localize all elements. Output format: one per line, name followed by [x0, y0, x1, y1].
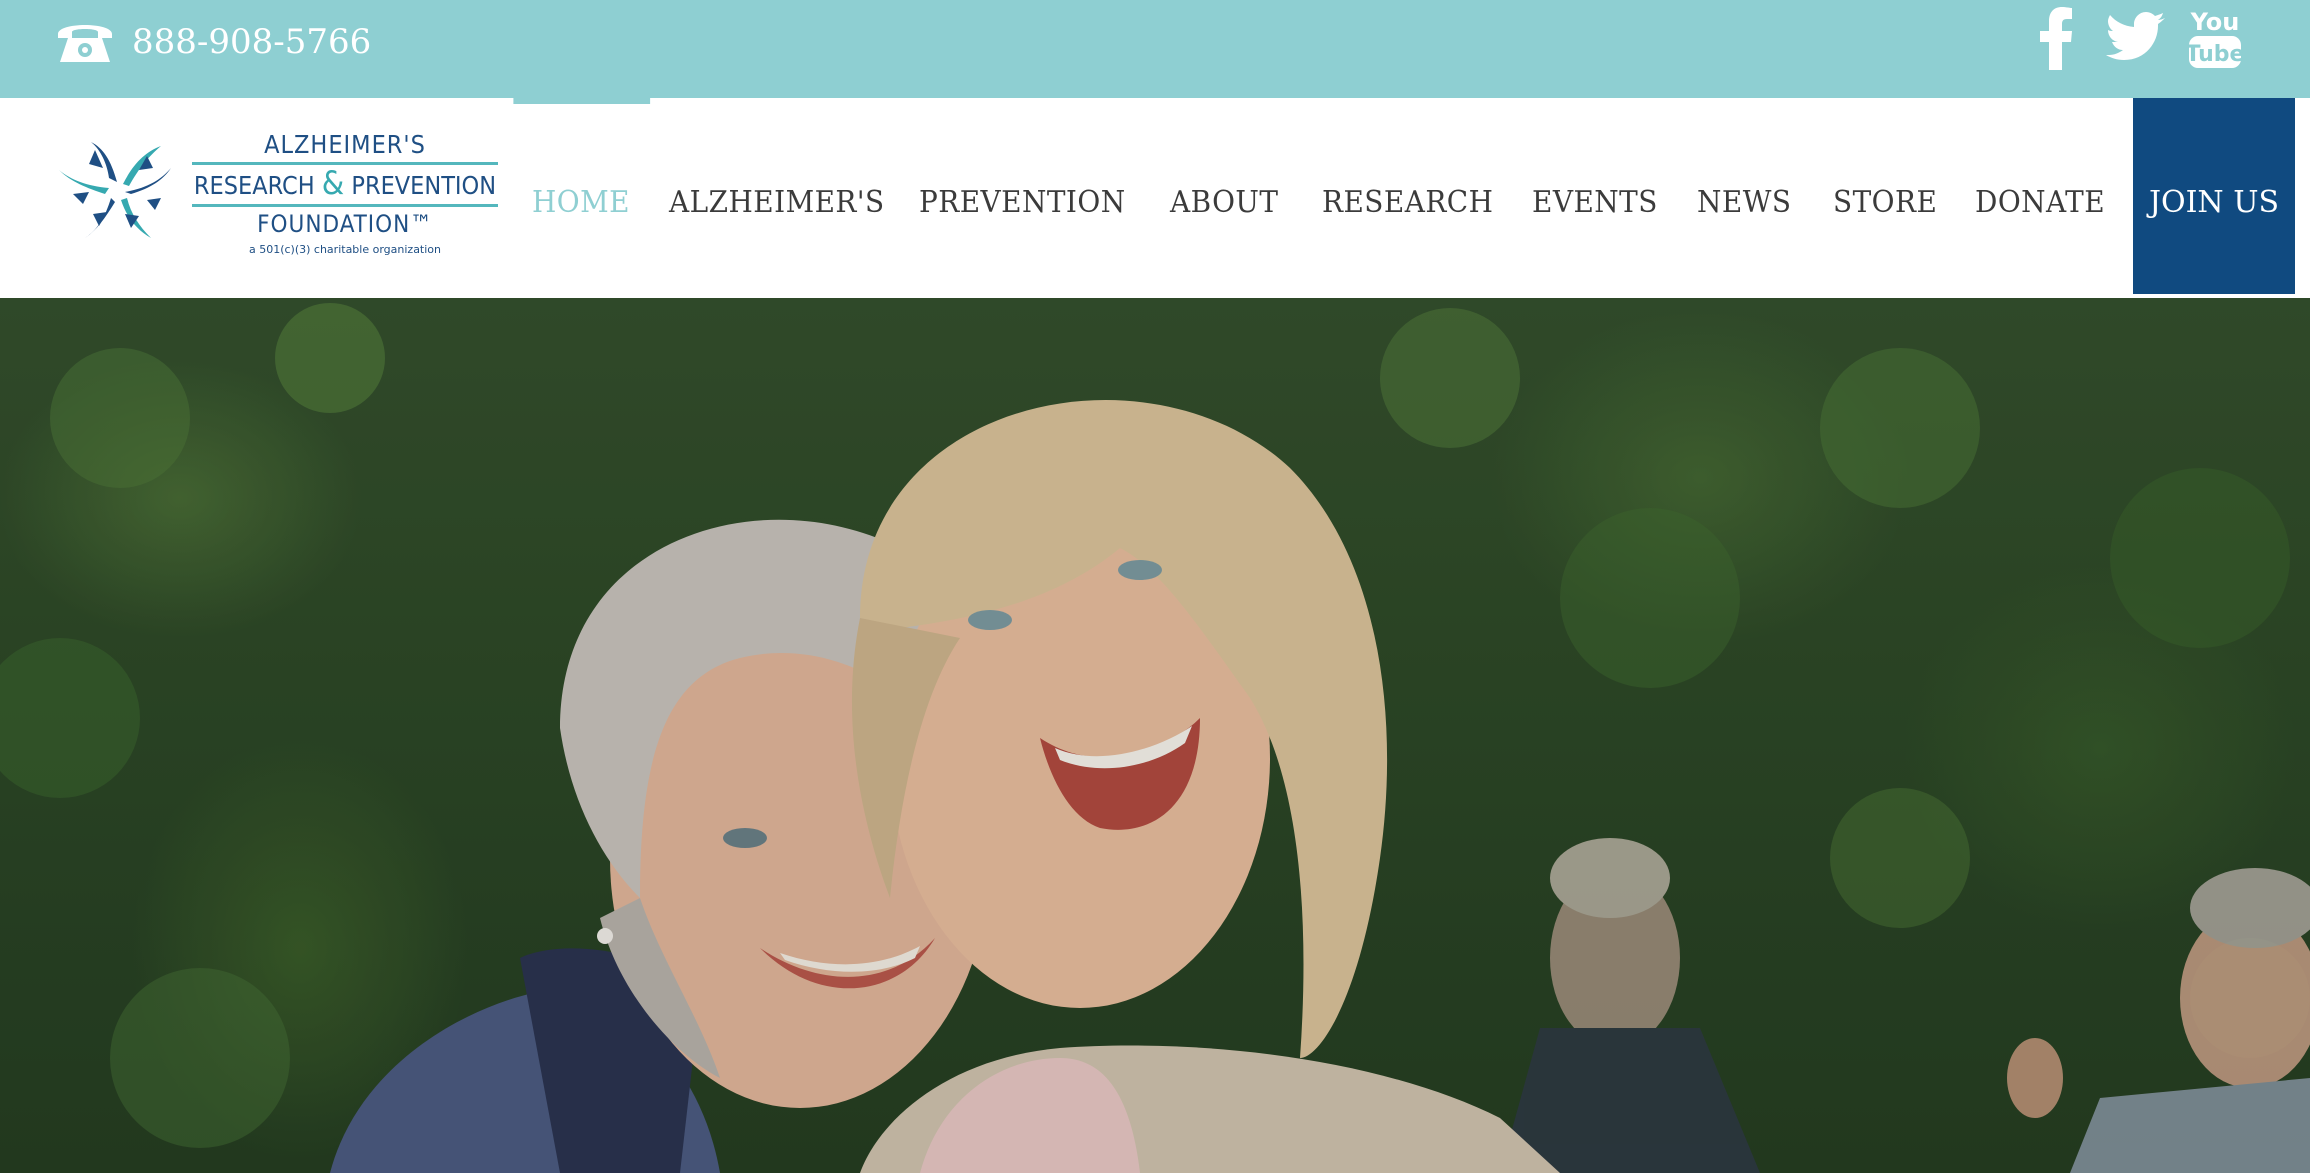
nav-item-prevention[interactable]: PREVENTION	[919, 98, 1126, 298]
youtube-icon[interactable]: You Tube	[2186, 4, 2244, 70]
logo-line-2: RESEARCH & PREVENTION	[192, 162, 498, 207]
top-bar: 888-908-5766 You Tube	[0, 0, 2310, 98]
hero-image	[0, 298, 2310, 1173]
nav-item-news[interactable]: NEWS	[1697, 98, 1791, 298]
hero-photo-illustration	[0, 298, 2310, 1173]
nav-item-research[interactable]: RESEARCH	[1322, 98, 1493, 298]
phone-number[interactable]: 888-908-5766	[132, 18, 371, 66]
logo-word-research: RESEARCH	[193, 171, 315, 200]
nav-item-about[interactable]: ABOUT	[1170, 98, 1278, 298]
phone-icon	[58, 25, 112, 62]
logo-ampersand: &	[321, 164, 345, 202]
logo-tagline: a 501(c)(3) charitable organization	[248, 243, 442, 256]
site-logo[interactable]: ALZHEIMER'S RESEARCH & PREVENTION FOUNDA…	[50, 126, 500, 266]
logo-line-1: ALZHEIMER'S	[264, 130, 426, 159]
logo-word-prevention: PREVENTION	[351, 171, 497, 200]
nav-item-events[interactable]: EVENTS	[1532, 98, 1658, 298]
nav-item-alzheimers[interactable]: ALZHEIMER'S	[669, 98, 885, 298]
logo-text: ALZHEIMER'S RESEARCH & PREVENTION FOUNDA…	[190, 126, 500, 257]
nav-item-home[interactable]: HOME	[513, 98, 651, 298]
svg-text:Tube: Tube	[2186, 42, 2244, 67]
nav-item-donate[interactable]: DONATE	[1975, 98, 2105, 298]
twitter-icon[interactable]	[2106, 12, 2166, 62]
logo-mark-icon	[59, 142, 171, 238]
facebook-icon[interactable]	[2036, 6, 2076, 70]
svg-text:You: You	[2190, 8, 2240, 36]
nav-item-store[interactable]: STORE	[1833, 98, 1937, 298]
join-us-button[interactable]: JOIN US	[2133, 98, 2295, 294]
site-header: ALZHEIMER'S RESEARCH & PREVENTION FOUNDA…	[0, 98, 2310, 298]
logo-line-3: FOUNDATION™	[257, 210, 433, 238]
